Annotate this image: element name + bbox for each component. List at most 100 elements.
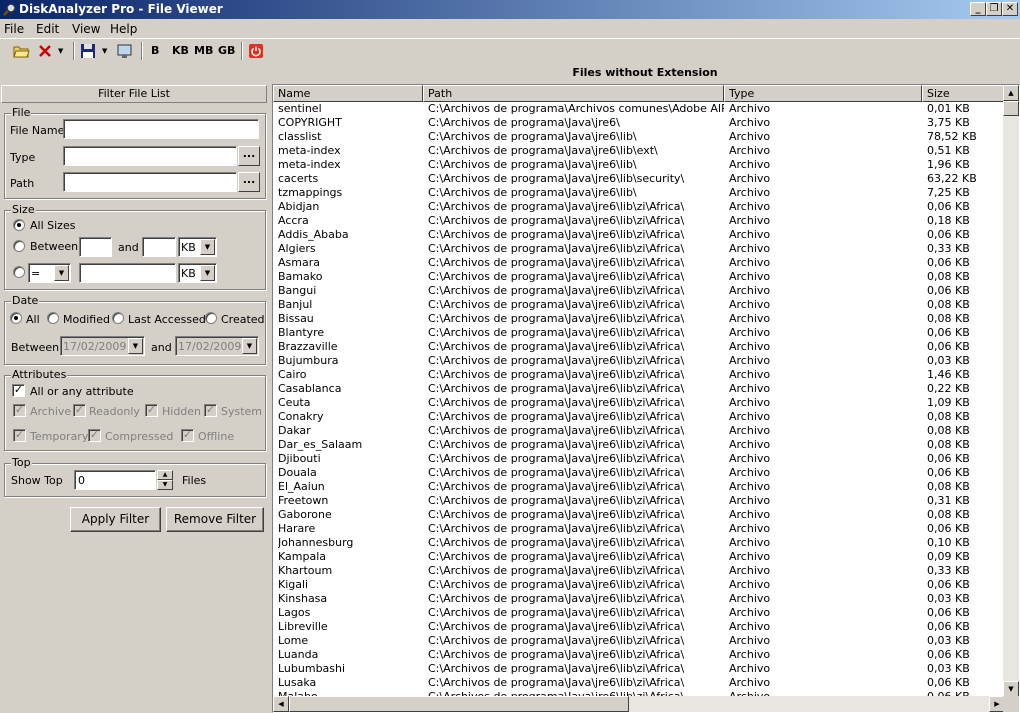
table-row[interactable]: meta-index C:\Archivos de programa\Java\j… <box>273 158 1005 172</box>
table-row[interactable]: El_Aaiun C:\Archivos de programa\Java\jre… <box>273 480 1005 494</box>
table-row[interactable]: Cairo C:\Archivos de programa\Java\jre6\l… <box>273 368 1005 382</box>
spin-up-button[interactable]: ▲ <box>157 470 173 480</box>
table-row[interactable]: Lome C:\Archivos de programa\Java\jre6\li… <box>273 634 1005 648</box>
table-row[interactable]: COPYRIGHT C:\Archivos de programa\Java\jr… <box>273 116 1005 130</box>
table-row[interactable]: Asmara C:\Archivos de programa\Java\jre6\… <box>273 256 1005 270</box>
folder-open-icon[interactable] <box>12 42 30 60</box>
table-row[interactable]: Accra C:\Archivos de programa\Java\jre6\l… <box>273 214 1005 228</box>
apply-filter-button[interactable]: Apply Filter <box>70 507 161 532</box>
maximize-button[interactable]: ❐ <box>986 2 1002 16</box>
table-row[interactable]: Banjul C:\Archivos de programa\Java\jre6\… <box>273 298 1005 312</box>
unit-kb-button[interactable]: KB <box>172 42 189 60</box>
attr-system-checkbox[interactable]: ✓ <box>204 404 217 417</box>
date-modified-radio[interactable] <box>47 312 59 324</box>
remove-filter-button[interactable]: Remove Filter <box>166 507 264 532</box>
table-row[interactable]: Brazzaville C:\Archivos de programa\Java\… <box>273 340 1005 354</box>
table-row[interactable]: Bujumbura C:\Archivos de programa\Java\jr… <box>273 354 1005 368</box>
attr-readonly-checkbox[interactable]: ✓ <box>73 404 86 417</box>
spin-down-button[interactable]: ▼ <box>157 480 173 490</box>
file-list-grid[interactable]: Name Path Type Size sentinel C:\Archivos … <box>272 84 1020 713</box>
table-row[interactable]: Lubumbashi C:\Archivos de programa\Java\j… <box>273 662 1005 676</box>
red-x-icon[interactable] <box>37 42 53 60</box>
column-header-type[interactable]: Type <box>724 85 922 102</box>
minimize-button[interactable]: _ <box>970 2 986 16</box>
table-row[interactable]: Addis_Ababa C:\Archivos de programa\Java\… <box>273 228 1005 242</box>
table-row[interactable]: Casablanca C:\Archivos de programa\Java\j… <box>273 382 1005 396</box>
vertical-scroll-thumb[interactable] <box>1003 101 1019 116</box>
table-row[interactable]: Luanda C:\Archivos de programa\Java\jre6\… <box>273 648 1005 662</box>
unit-gb-button[interactable]: GB <box>218 42 235 60</box>
size-max-input[interactable] <box>142 237 176 257</box>
table-row[interactable]: Djibouti C:\Archivos de programa\Java\jre… <box>273 452 1005 466</box>
table-row[interactable]: meta-index C:\Archivos de programa\Java\j… <box>273 144 1005 158</box>
table-row[interactable]: Dar_es_Salaam C:\Archivos de programa\Jav… <box>273 438 1005 452</box>
column-header-name[interactable]: Name <box>273 85 423 102</box>
date-created-radio[interactable] <box>205 312 217 324</box>
table-row[interactable]: Algiers C:\Archivos de programa\Java\jre6… <box>273 242 1005 256</box>
table-row[interactable]: Douala C:\Archivos de programa\Java\jre6\… <box>273 466 1005 480</box>
attr-archive-checkbox[interactable]: ✓ <box>13 404 26 417</box>
between-unit-select[interactable]: KB ▼ <box>178 237 217 257</box>
vertical-scrollbar[interactable]: ▲ ▼ <box>1003 85 1019 697</box>
column-header-size[interactable]: Size <box>922 85 1005 102</box>
table-row[interactable]: Bamako C:\Archivos de programa\Java\jre6\… <box>273 270 1005 284</box>
table-row[interactable]: Abidjan C:\Archivos de programa\Java\jre6… <box>273 200 1005 214</box>
file-name-input[interactable] <box>63 119 259 139</box>
table-row[interactable]: Libreville C:\Archivos de programa\Java\j… <box>273 620 1005 634</box>
attr-hidden-checkbox[interactable]: ✓ <box>145 404 158 417</box>
horizontal-scrollbar[interactable]: ◀ ▶ <box>273 696 1005 712</box>
table-row[interactable]: classlist C:\Archivos de programa\Java\jr… <box>273 130 1005 144</box>
date-from-picker[interactable]: 17/02/2009 ▼ <box>60 336 145 356</box>
unit-bytes-button[interactable]: B <box>151 42 159 60</box>
unit-mb-button[interactable]: MB <box>194 42 213 60</box>
table-row[interactable]: Kinshasa C:\Archivos de programa\Java\jre… <box>273 592 1005 606</box>
table-row[interactable]: Freetown C:\Archivos de programa\Java\jre… <box>273 494 1005 508</box>
date-all-radio[interactable] <box>10 312 22 324</box>
table-row[interactable]: Harare C:\Archivos de programa\Java\jre6\… <box>273 522 1005 536</box>
path-browse-button[interactable]: ... <box>238 172 260 192</box>
table-row[interactable]: Blantyre C:\Archivos de programa\Java\jre… <box>273 326 1005 340</box>
table-row[interactable]: Bangui C:\Archivos de programa\Java\jre6\… <box>273 284 1005 298</box>
compare-unit-select[interactable]: KB ▼ <box>178 263 217 283</box>
table-row[interactable]: Khartoum C:\Archivos de programa\Java\jre… <box>273 564 1005 578</box>
floppy-disk-icon[interactable] <box>80 42 96 60</box>
size-value-input[interactable] <box>79 263 176 283</box>
attr-offline-checkbox[interactable]: ✓ <box>181 429 194 442</box>
attr-all-checkbox[interactable]: ✓ <box>12 384 25 397</box>
delete-dropdown-arrow-icon[interactable]: ▼ <box>58 42 66 60</box>
table-row[interactable]: Ceuta C:\Archivos de programa\Java\jre6\l… <box>273 396 1005 410</box>
all-sizes-radio[interactable] <box>13 219 25 231</box>
table-row[interactable]: Conakry C:\Archivos de programa\Java\jre6… <box>273 410 1005 424</box>
scroll-up-button[interactable]: ▲ <box>1003 85 1019 101</box>
table-row[interactable]: Kampala C:\Archivos de programa\Java\jre6… <box>273 550 1005 564</box>
close-button[interactable]: ✕ <box>1002 2 1018 16</box>
attr-compressed-checkbox[interactable]: ✓ <box>88 429 101 442</box>
size-min-input[interactable] <box>79 237 112 257</box>
table-row[interactable]: Gaborone C:\Archivos de programa\Java\jre… <box>273 508 1005 522</box>
scroll-down-button[interactable]: ▼ <box>1003 681 1019 697</box>
path-input[interactable] <box>63 172 237 192</box>
operator-select[interactable]: = ▼ <box>28 263 71 283</box>
power-icon[interactable] <box>248 42 264 60</box>
compare-radio[interactable] <box>13 266 25 278</box>
table-row[interactable]: Lusaka C:\Archivos de programa\Java\jre6\… <box>273 676 1005 690</box>
horizontal-scroll-thumb[interactable] <box>289 696 629 712</box>
scroll-left-button[interactable]: ◀ <box>273 696 289 712</box>
table-row[interactable]: Johannesburg C:\Archivos de programa\Java… <box>273 536 1005 550</box>
type-browse-button[interactable]: ... <box>238 146 260 166</box>
menu-file[interactable]: File <box>4 22 24 36</box>
table-row[interactable]: Dakar C:\Archivos de programa\Java\jre6\l… <box>273 424 1005 438</box>
monitor-icon[interactable] <box>116 42 133 60</box>
column-header-path[interactable]: Path <box>423 85 724 102</box>
table-row[interactable]: sentinel C:\Archivos de programa\Archivos… <box>273 102 1005 116</box>
between-radio[interactable] <box>13 240 25 252</box>
table-row[interactable]: tzmappings C:\Archivos de programa\Java\j… <box>273 186 1005 200</box>
table-row[interactable]: cacerts C:\Archivos de programa\Java\jre6… <box>273 172 1005 186</box>
type-input[interactable] <box>63 146 237 166</box>
table-row[interactable]: Lagos C:\Archivos de programa\Java\jre6\l… <box>273 606 1005 620</box>
save-dropdown-arrow-icon[interactable]: ▼ <box>102 42 110 60</box>
date-to-picker[interactable]: 17/02/2009 ▼ <box>175 336 259 356</box>
show-top-input[interactable]: 0 <box>74 470 156 490</box>
attr-temporary-checkbox[interactable]: ✓ <box>13 429 26 442</box>
table-row[interactable]: Kigali C:\Archivos de programa\Java\jre6\… <box>273 578 1005 592</box>
